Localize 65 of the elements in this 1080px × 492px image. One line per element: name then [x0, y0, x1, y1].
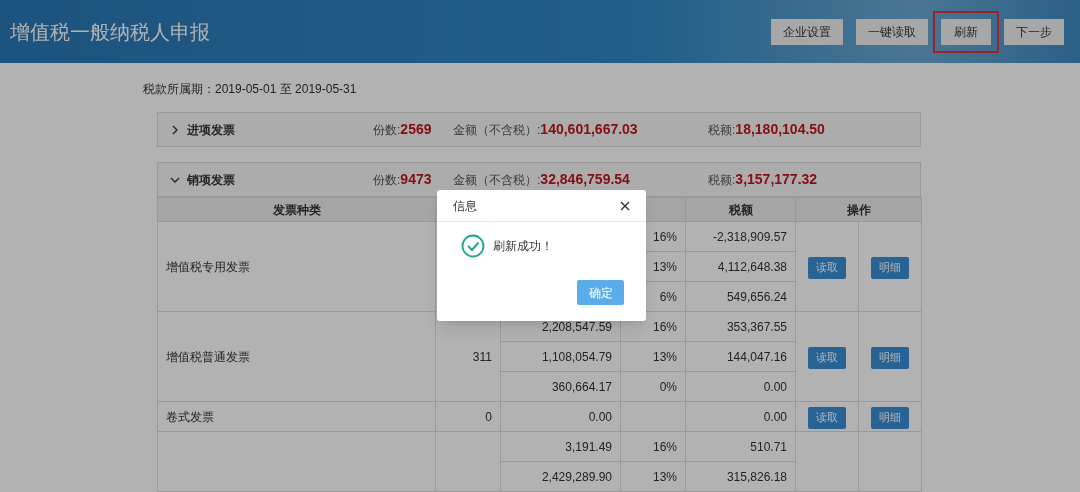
close-icon[interactable] — [620, 200, 630, 211]
section-title: 进项发票 — [187, 121, 235, 139]
tax-cell: 4,112,648.38 — [717, 259, 787, 274]
tax-value: 18,180,104.50 — [735, 120, 825, 139]
count-cell: 0 — [485, 409, 492, 424]
count-cell: 311 — [472, 349, 492, 364]
rate-cell: 13% — [652, 469, 677, 484]
rate-cell: 16% — [652, 439, 677, 454]
count-value: 2569 — [400, 120, 432, 139]
dialog-message: 刷新成功！ — [493, 238, 553, 255]
amount-cell: 0.00 — [588, 409, 612, 424]
tax-label: 税额: — [708, 122, 736, 139]
tax-cell: 549,656.24 — [726, 289, 787, 304]
amount-value: 140,601,667.03 — [540, 120, 638, 139]
read-button[interactable]: 读取 — [808, 256, 846, 279]
amount-label: 金额（不含税）: — [453, 122, 541, 139]
column-header: 操作 — [846, 202, 871, 217]
header-button[interactable]: 企业设置 — [771, 18, 843, 45]
detail-button[interactable]: 明细 — [871, 406, 909, 429]
section-header[interactable]: 进项发票 份数:2569 金额（不含税）:140,601,667.03 税额:18,180,104.50 — [157, 112, 921, 147]
column-header: 发票种类 — [272, 202, 321, 217]
read-button[interactable]: 读取 — [808, 346, 846, 369]
tax-period: 税款所属期：2019-05-01 至 2019-05-31 — [143, 81, 358, 98]
section-title: 销项发票 — [187, 171, 235, 189]
rate-cell: 6% — [659, 289, 677, 304]
amount-cell: 2,429,289.90 — [541, 469, 612, 484]
tax-cell: 353,367.55 — [726, 319, 787, 334]
tax-cell: -2,318,909.57 — [712, 229, 787, 244]
count-label: 份数: — [373, 122, 401, 139]
tax-cell: 0.00 — [763, 409, 787, 424]
ok-button[interactable]: 确定 — [577, 280, 624, 305]
tax-cell: 315,826.18 — [726, 469, 787, 484]
rate-cell: 16% — [652, 319, 677, 334]
column-header: 税额 — [728, 202, 753, 217]
detail-button[interactable]: 明细 — [871, 256, 909, 279]
invoice-type-cell: 增值税普通发票 — [166, 349, 250, 364]
header-button[interactable]: 下一步 — [1004, 18, 1064, 45]
chevron-right-icon — [170, 124, 180, 135]
count-value: 9473 — [400, 170, 432, 189]
rate-cell: 13% — [652, 349, 677, 364]
amount-cell: 2,208,547.59 — [541, 319, 612, 334]
dialog-title: 信息 — [453, 197, 477, 215]
tax-cell: 144,047.16 — [726, 349, 787, 364]
section-header[interactable]: 销项发票 份数:9473 金额（不含税）:32,846,759.54 税额:3,157,177.32 — [157, 162, 921, 197]
rate-cell: 13% — [652, 259, 677, 274]
amount-label: 金额（不含税）: — [453, 172, 541, 189]
rate-cell: 16% — [652, 229, 677, 244]
read-button[interactable]: 读取 — [808, 406, 846, 429]
page-title: 增值税一般纳税人申报 — [10, 19, 210, 45]
amount-cell: 3,191.49 — [565, 439, 612, 454]
tax-value: 3,157,177.32 — [735, 170, 818, 189]
header-button[interactable]: 刷新 — [941, 18, 991, 45]
check-circle-icon — [461, 234, 485, 258]
amount-cell: 360,664.17 — [551, 379, 612, 394]
rate-cell: 0% — [659, 379, 677, 394]
invoice-type-cell: 卷式发票 — [166, 409, 214, 424]
tax-cell: 0.00 — [763, 379, 787, 394]
detail-button[interactable]: 明细 — [871, 346, 909, 369]
tax-label: 税额: — [708, 172, 736, 189]
amount-value: 32,846,759.54 — [540, 170, 630, 189]
tax-cell: 510.71 — [750, 439, 787, 454]
header-button[interactable]: 一键读取 — [856, 18, 928, 45]
invoice-type-cell: 增值税专用发票 — [166, 259, 250, 274]
count-label: 份数: — [373, 172, 401, 189]
amount-cell: 1,108,054.79 — [541, 349, 612, 364]
